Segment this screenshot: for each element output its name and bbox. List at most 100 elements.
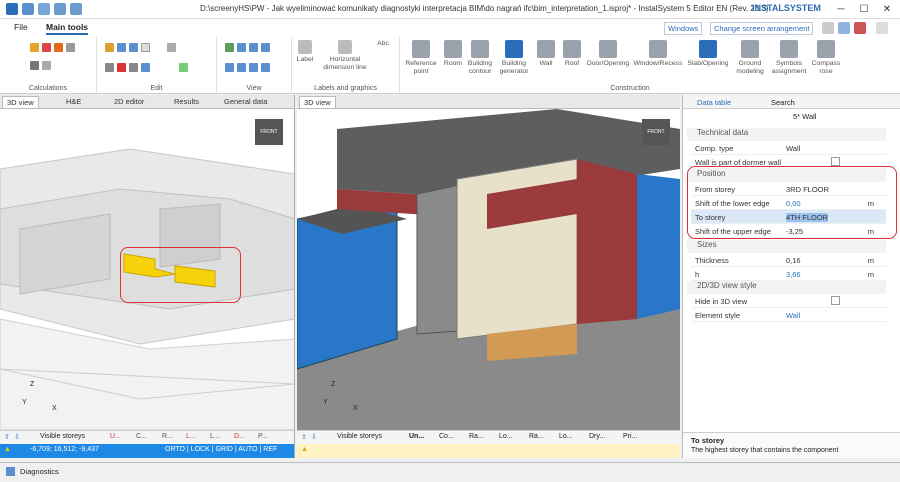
calc-icon[interactable] <box>66 43 75 52</box>
calc-icon[interactable] <box>30 61 39 70</box>
3d-viewport-mid[interactable]: FRONT Z Y X <box>297 109 680 430</box>
undo-icon[interactable] <box>54 3 66 15</box>
zoom-next-icon[interactable] <box>249 63 258 72</box>
check-icon[interactable] <box>179 63 188 72</box>
collapse-ribbon-icon[interactable] <box>876 22 888 34</box>
tab-3d-view-mid[interactable]: 3D view <box>299 96 336 108</box>
tab-results[interactable]: Results <box>170 96 203 108</box>
abc-button[interactable]: Abc <box>372 40 394 48</box>
globe-icon[interactable] <box>854 22 866 34</box>
zoom-extent-icon[interactable] <box>261 63 270 72</box>
zoom-all-icon[interactable] <box>261 43 270 52</box>
roof-button[interactable]: Roof <box>560 40 584 68</box>
align-icon[interactable] <box>167 43 176 52</box>
row-comp-type[interactable]: Comp. type Wall <box>691 141 886 155</box>
label-button[interactable]: Label <box>294 40 316 64</box>
minimize-icon[interactable]: ─ <box>830 2 852 17</box>
paste-icon[interactable] <box>129 43 138 52</box>
section-view-style[interactable]: 2D/3D view style <box>687 281 886 294</box>
save-icon[interactable] <box>22 3 34 15</box>
windows-dropdown[interactable]: Windows <box>664 22 703 35</box>
compass-rose-button[interactable]: Compass rose <box>810 40 842 76</box>
tab-search[interactable]: Search <box>771 98 795 107</box>
copy-icon[interactable] <box>117 43 126 52</box>
storey-chip[interactable]: Ra... <box>529 433 544 440</box>
visible-storeys-dropdown[interactable]: Visible storeys <box>40 433 85 440</box>
ground-modeling-button[interactable]: Ground modeling <box>732 40 768 76</box>
storey-chip[interactable]: D... <box>234 433 245 440</box>
save-as-icon[interactable] <box>38 3 50 15</box>
arrow-down-icon[interactable]: ⇩ <box>14 433 20 441</box>
storey-chip[interactable]: Co... <box>439 433 454 440</box>
tab-2d-editor[interactable]: 2D editor <box>110 96 148 108</box>
tab-3d-view[interactable]: 3D view <box>2 96 39 108</box>
row-height[interactable]: h 3,66 m <box>691 267 886 281</box>
room-button[interactable]: Room <box>440 40 466 68</box>
scissors-icon[interactable] <box>105 63 114 72</box>
storey-chip[interactable]: P... <box>258 433 268 440</box>
slab-opening-button[interactable]: Slab/Opening <box>686 40 730 68</box>
tab-general-data[interactable]: General data <box>220 96 271 108</box>
zoom-in-icon[interactable] <box>225 43 234 52</box>
help-icon[interactable] <box>838 22 850 34</box>
diagnostics-bar[interactable]: Diagnostics <box>0 462 900 482</box>
arrow-up-icon[interactable]: ⇧ <box>301 433 307 441</box>
storey-chip[interactable]: L... <box>186 433 196 440</box>
calc-icon[interactable] <box>54 43 63 52</box>
arrow-down-icon[interactable]: ⇩ <box>311 433 317 441</box>
menu-main-tools[interactable]: Main tools <box>46 22 89 35</box>
window-recess-button[interactable]: Window/Recess <box>632 40 684 68</box>
view-cube[interactable]: FRONT <box>642 119 670 145</box>
3d-viewport-left[interactable]: FRONT Z Y X <box>0 109 294 430</box>
storey-chip[interactable]: L... <box>210 433 220 440</box>
calc-icon[interactable] <box>42 43 51 52</box>
calc-icon[interactable] <box>30 43 39 52</box>
section-technical-data[interactable]: Technical data <box>687 128 886 141</box>
hide-3d-checkbox[interactable] <box>831 296 840 305</box>
tab-data-table[interactable]: Data table <box>697 98 731 107</box>
reference-point-button[interactable]: Reference point <box>404 40 438 76</box>
horizontal-dimension-button[interactable]: Horizontal dimension line <box>320 40 370 72</box>
close-icon[interactable]: ✕ <box>876 2 898 17</box>
storey-chip[interactable]: Lo... <box>559 433 573 440</box>
pan-icon[interactable] <box>225 63 234 72</box>
storey-chip[interactable]: C... <box>136 433 147 440</box>
move-icon[interactable] <box>129 63 138 72</box>
calc-icon[interactable] <box>42 61 51 70</box>
wall-button[interactable]: Wall <box>534 40 558 68</box>
storey-chip[interactable]: R... <box>162 433 173 440</box>
select-icon[interactable] <box>141 43 150 52</box>
rotate-icon[interactable] <box>141 63 150 72</box>
storey-chip[interactable]: Ra... <box>469 433 484 440</box>
row-thickness[interactable]: Thickness 0,16 m <box>691 253 886 267</box>
building-contour-button[interactable]: Building contour <box>466 40 494 76</box>
warning-icon[interactable]: ▲ <box>4 446 11 453</box>
door-opening-button[interactable]: Door/Opening <box>586 40 630 68</box>
cut-icon[interactable] <box>105 43 114 52</box>
storey-chip[interactable]: U... <box>110 433 121 440</box>
symbols-assignment-button[interactable]: Symbols assignment <box>770 40 808 76</box>
storey-chip[interactable]: Dry... <box>589 433 605 440</box>
zoom-prev-icon[interactable] <box>237 63 246 72</box>
zoom-out-icon[interactable] <box>237 43 246 52</box>
settings-icon[interactable] <box>822 22 834 34</box>
storey-chip[interactable]: Pri... <box>623 433 637 440</box>
delete-icon[interactable] <box>117 63 126 72</box>
row-hide-3d[interactable]: Hide in 3D view <box>691 294 886 308</box>
dormer-checkbox[interactable] <box>831 157 840 166</box>
visible-storeys-dropdown[interactable]: Visible storeys <box>337 433 382 440</box>
snap-modes[interactable]: ORTO | LOCK | GRID | AUTO | REF <box>165 446 277 453</box>
storey-chip[interactable]: Un... <box>409 433 424 440</box>
storey-chip[interactable]: Lo... <box>499 433 513 440</box>
view-cube[interactable]: FRONT <box>255 119 283 145</box>
section-sizes[interactable]: Sizes <box>687 240 886 253</box>
warning-icon[interactable]: ▲ <box>301 446 308 453</box>
redo-icon[interactable] <box>70 3 82 15</box>
zoom-window-icon[interactable] <box>249 43 258 52</box>
menu-file[interactable]: File <box>14 22 28 32</box>
tab-he[interactable]: H&E <box>62 96 85 108</box>
building-generator-button[interactable]: Building generator <box>496 40 532 76</box>
screen-arrangement-dropdown[interactable]: Change screen arrangement <box>710 22 814 35</box>
row-element-style[interactable]: Element style Wall <box>691 308 886 322</box>
maximize-icon[interactable]: ☐ <box>853 2 875 17</box>
